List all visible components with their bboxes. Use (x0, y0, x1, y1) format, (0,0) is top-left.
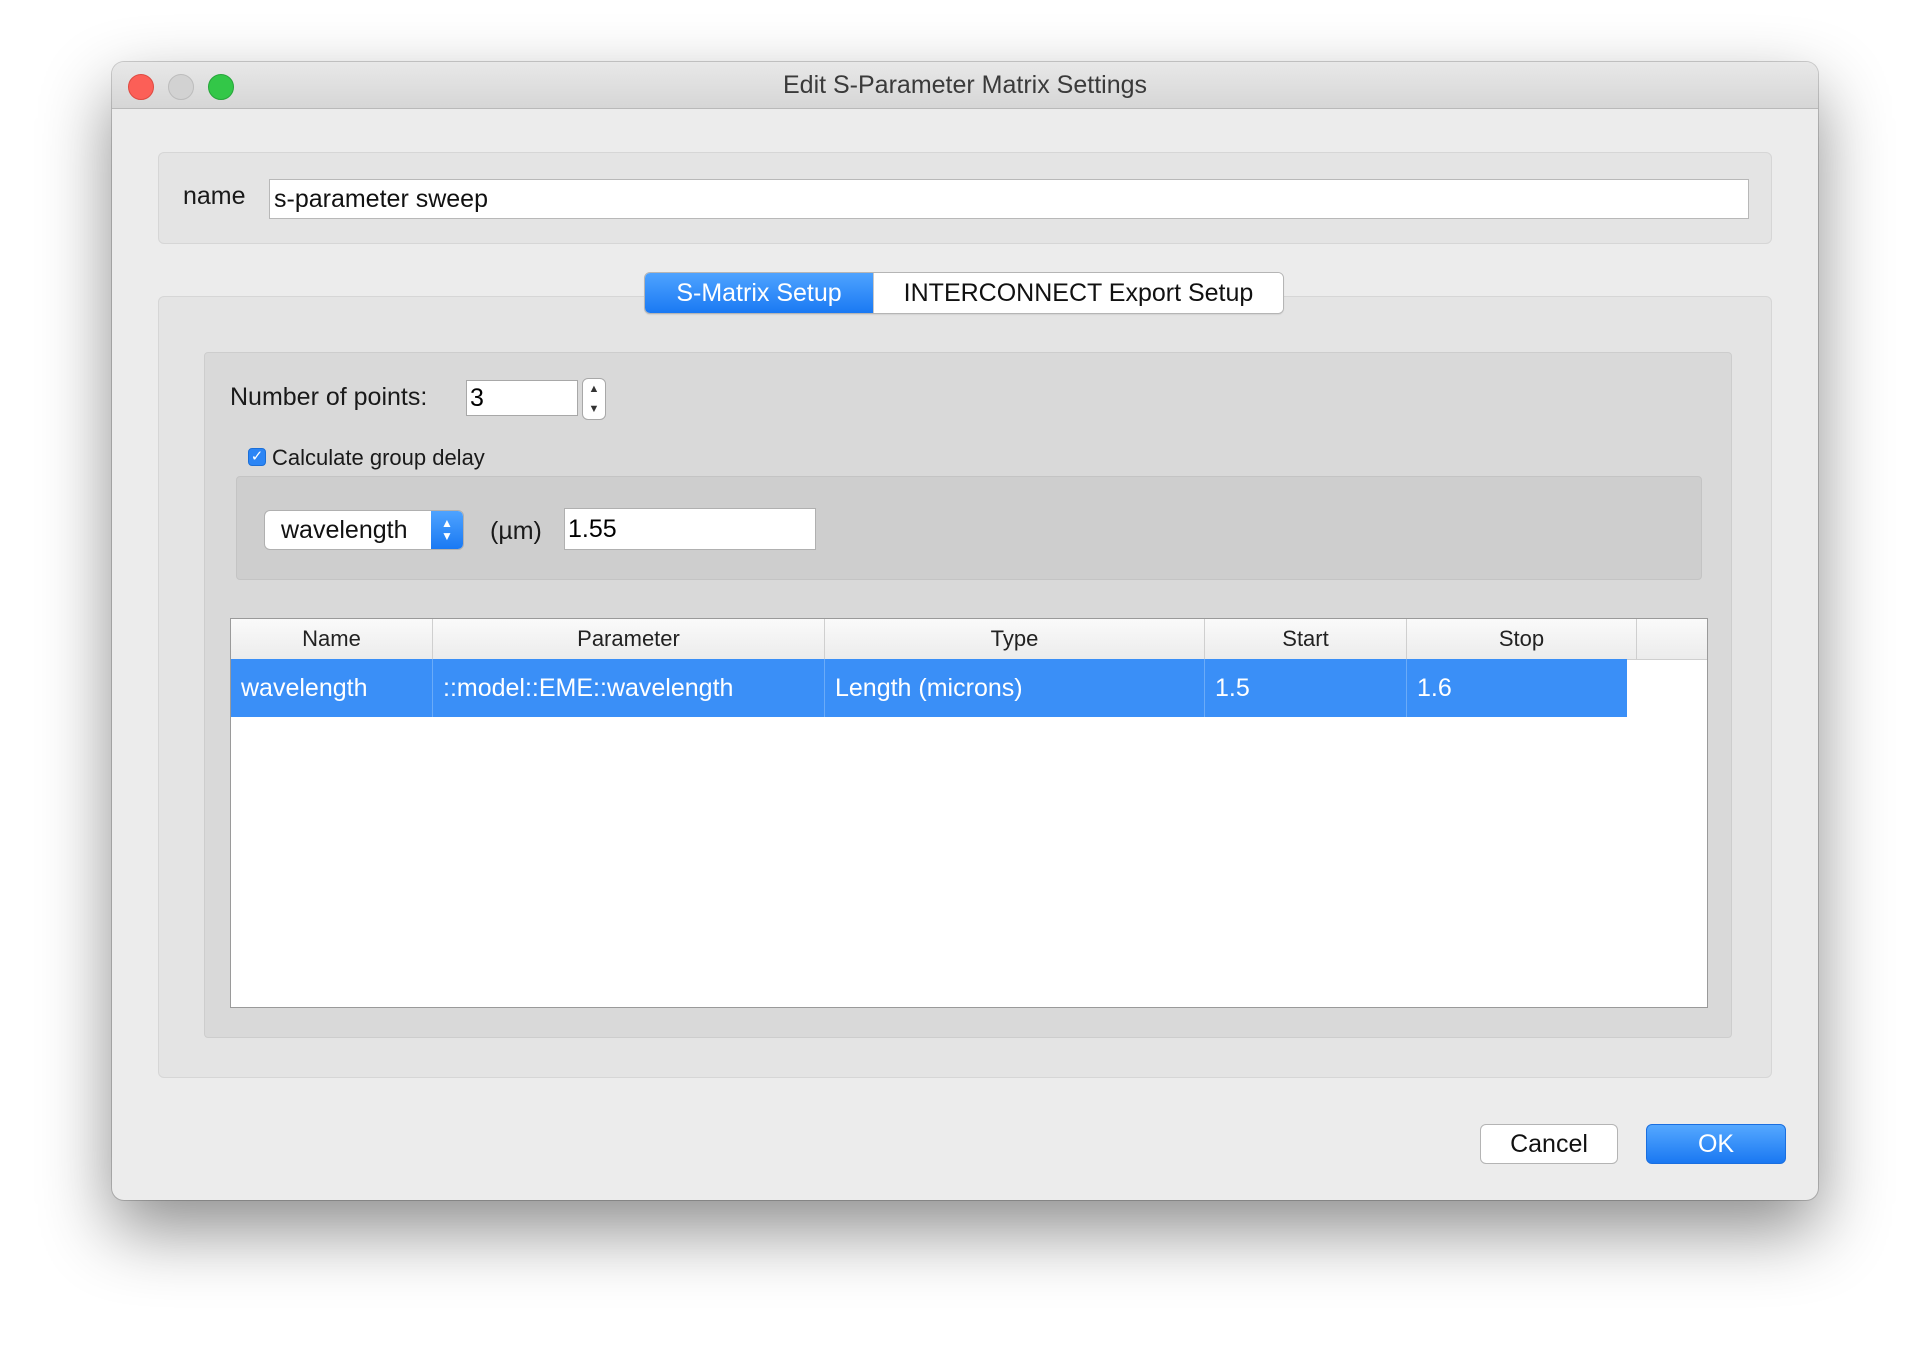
table-row[interactable]: wavelength ::model::EME::wavelength Leng… (231, 659, 1627, 717)
number-of-points-label: Number of points: (230, 383, 428, 411)
unit-label: (µm) (490, 517, 542, 545)
select-value: wavelength (281, 516, 408, 544)
cell-stop[interactable]: 1.6 (1407, 659, 1627, 717)
group-delay-value-input[interactable] (564, 508, 816, 550)
tab-s-matrix-setup[interactable]: S-Matrix Setup (645, 273, 873, 313)
column-header-start[interactable]: Start (1205, 619, 1407, 659)
calculate-group-delay-label[interactable]: Calculate group delay (272, 444, 485, 472)
cell-parameter[interactable]: ::model::EME::wavelength (433, 659, 825, 717)
window-title: Edit S-Parameter Matrix Settings (782, 71, 1147, 99)
table-header: Name Parameter Type Start Stop (231, 619, 1707, 660)
cell-name[interactable]: wavelength (231, 659, 433, 717)
stepper-up-icon[interactable]: ▲ (583, 379, 605, 399)
name-label: name (183, 182, 246, 210)
cancel-button[interactable]: Cancel (1480, 1124, 1618, 1164)
tab-interconnect-export-setup[interactable]: INTERCONNECT Export Setup (873, 273, 1283, 313)
calculate-group-delay-checkbox[interactable]: ✓ (248, 448, 266, 466)
column-header-type[interactable]: Type (825, 619, 1205, 659)
number-of-points-stepper[interactable]: ▲ ▼ (582, 378, 606, 420)
cell-start[interactable]: 1.5 (1205, 659, 1407, 717)
group-delay-type-select[interactable]: wavelength ▲ ▼ (264, 510, 464, 550)
tab-bar: S-Matrix Setup INTERCONNECT Export Setup (644, 272, 1284, 314)
number-of-points-input[interactable] (466, 380, 578, 416)
cell-type[interactable]: Length (microns) (825, 659, 1205, 717)
name-group: name (158, 152, 1772, 244)
title-bar[interactable]: Edit S-Parameter Matrix Settings (112, 62, 1818, 109)
sweep-parameters-table: Name Parameter Type Start Stop wavelengt… (230, 618, 1708, 1008)
select-chevron-icon[interactable]: ▲ ▼ (431, 511, 463, 549)
column-header-name[interactable]: Name (231, 619, 433, 659)
column-header-stop[interactable]: Stop (1407, 619, 1637, 659)
column-header-parameter[interactable]: Parameter (433, 619, 825, 659)
stepper-down-icon[interactable]: ▼ (583, 399, 605, 419)
name-input[interactable] (269, 179, 1749, 219)
ok-button[interactable]: OK (1646, 1124, 1786, 1164)
